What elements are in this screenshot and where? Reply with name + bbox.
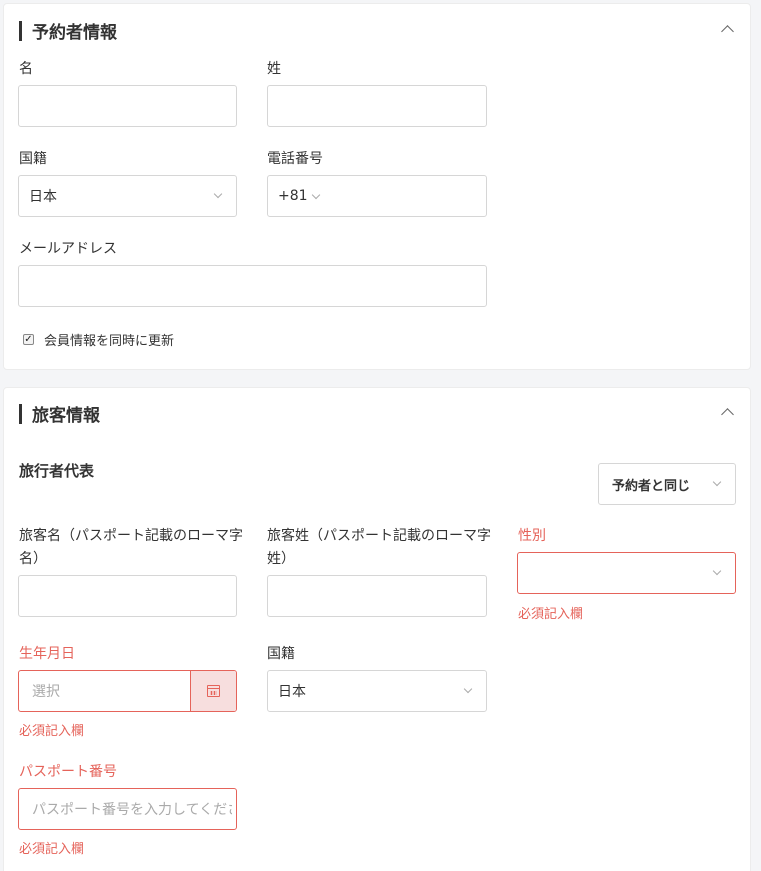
chevron-down-icon xyxy=(463,684,473,694)
phone-input[interactable]: +81 xyxy=(267,175,487,217)
same-as-booker-select[interactable]: 予約者と同じ xyxy=(598,463,736,505)
given-name-label: 旅客名（パスポート記載のローマ字名） xyxy=(19,528,243,567)
gender-label: 性別 xyxy=(518,528,546,544)
traveler-rep-label: 旅行者代表 xyxy=(19,462,95,480)
given-name-input[interactable] xyxy=(18,575,237,617)
first-name-label: 名 xyxy=(19,61,33,77)
birth-date-input[interactable]: 選択 xyxy=(18,670,237,712)
traveler-info-card: 旅客情報 旅行者代表 予約者と同じ 旅客名（パスポート記載のローマ字名） 旅客姓… xyxy=(3,387,751,871)
passport-input[interactable]: パスポート番号を入力してください xyxy=(18,788,237,830)
passport-error: 必須記入欄 xyxy=(19,842,85,857)
email-input[interactable] xyxy=(18,265,487,307)
traveler-info-title: 旅客情報 xyxy=(19,401,100,426)
title-bar xyxy=(19,20,22,41)
birth-date-placeholder: 選択 xyxy=(32,684,60,700)
phone-code-chevron-down-icon[interactable] xyxy=(311,190,321,200)
first-name-input[interactable] xyxy=(18,85,237,127)
gender-error: 必須記入欄 xyxy=(518,607,584,622)
chevron-down-icon xyxy=(213,189,223,199)
same-as-booker-value: 予約者と同じ xyxy=(612,478,691,494)
checkbox-icon[interactable]: ✓ xyxy=(23,334,34,345)
collapse-chevron-up-icon[interactable] xyxy=(721,408,734,421)
birth-date-label: 生年月日 xyxy=(19,646,75,662)
email-label: メールアドレス xyxy=(19,241,117,257)
last-name-input[interactable] xyxy=(267,85,487,127)
nationality-label: 国籍 xyxy=(19,151,47,167)
nationality-value: 日本 xyxy=(29,189,57,205)
passport-placeholder: パスポート番号を入力してください xyxy=(32,802,232,818)
surname-input[interactable] xyxy=(267,575,487,617)
update-member-checkbox[interactable]: ✓ 会員情報を同時に更新 xyxy=(23,330,174,349)
traveler-nationality-label: 国籍 xyxy=(267,646,295,662)
birth-date-error: 必須記入欄 xyxy=(19,724,85,739)
traveler-info-title-text: 旅客情報 xyxy=(32,406,100,426)
booker-info-card: 予約者情報 名 姓 国籍 日本 電話番号 +81 メールアドレス ✓ 会員情報を… xyxy=(3,3,751,370)
collapse-chevron-up-icon[interactable] xyxy=(721,25,734,38)
calendar-button[interactable] xyxy=(190,671,236,711)
title-bar xyxy=(19,403,22,424)
nationality-select[interactable]: 日本 xyxy=(18,175,237,217)
calendar-icon[interactable] xyxy=(207,685,220,697)
chevron-down-icon xyxy=(712,477,722,487)
gender-select[interactable] xyxy=(517,552,736,594)
traveler-nationality-select[interactable]: 日本 xyxy=(267,670,487,712)
booker-info-title: 予約者情報 xyxy=(19,18,117,43)
booker-info-title-text: 予約者情報 xyxy=(32,23,117,43)
chevron-down-icon xyxy=(712,566,722,576)
last-name-label: 姓 xyxy=(267,61,281,77)
phone-code-select[interactable]: +81 xyxy=(278,188,308,204)
phone-label: 電話番号 xyxy=(267,151,323,167)
update-member-label: 会員情報を同時に更新 xyxy=(44,334,175,349)
traveler-nationality-value: 日本 xyxy=(278,684,306,700)
passport-label: パスポート番号 xyxy=(19,764,117,780)
surname-label: 旅客姓（パスポート記載のローマ字姓） xyxy=(267,528,491,567)
